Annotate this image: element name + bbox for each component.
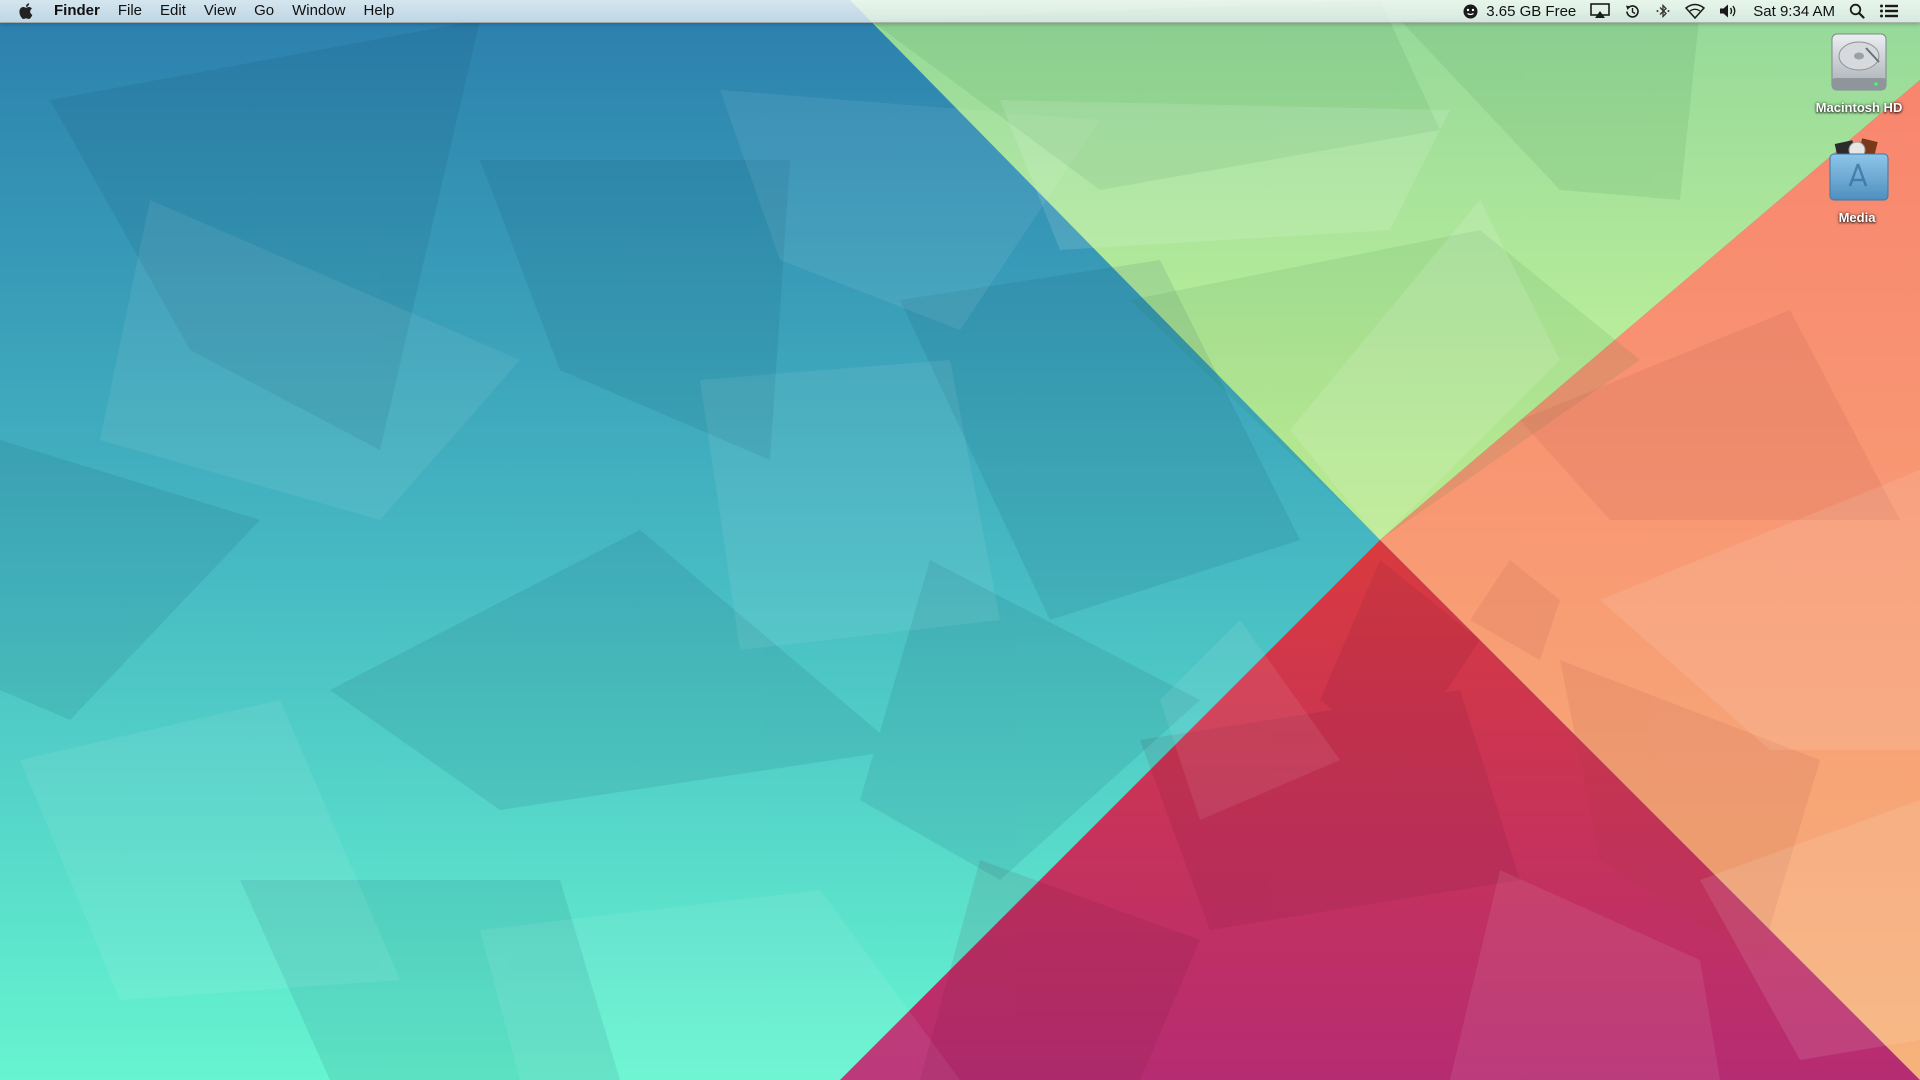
desktop-icon-media[interactable]: Media <box>1802 138 1912 225</box>
menu-edit[interactable]: Edit <box>151 0 195 22</box>
face-icon <box>1463 4 1478 19</box>
app-folder-icon <box>1822 138 1892 208</box>
apple-logo-icon[interactable] <box>18 1 36 21</box>
airplay-icon[interactable] <box>1590 0 1611 22</box>
menu-bar-left: Finder File Edit View Go Window Help <box>0 0 403 22</box>
disk-space-status[interactable]: 3.65 GB Free <box>1463 0 1576 22</box>
hard-drive-icon <box>1824 28 1894 98</box>
list-icon[interactable] <box>1879 0 1899 22</box>
menu-go[interactable]: Go <box>245 0 283 22</box>
wifi-icon[interactable] <box>1685 0 1706 22</box>
desktop-icon-macintosh-hd[interactable]: Macintosh HD <box>1804 28 1914 115</box>
search-icon[interactable] <box>1849 0 1865 22</box>
menu-window[interactable]: Window <box>283 0 354 22</box>
status-area: 3.65 GB Free Sat 9:34 AM <box>1456 0 1920 22</box>
menu-help[interactable]: Help <box>355 0 404 22</box>
menu-file[interactable]: File <box>109 0 151 22</box>
desktop-icon-label: Media <box>1838 210 1876 225</box>
bluetooth-icon[interactable] <box>1655 0 1671 22</box>
menu-app-name[interactable]: Finder <box>54 0 109 22</box>
wallpaper <box>0 0 1920 1080</box>
disk-free-label: 3.65 GB Free <box>1486 2 1577 20</box>
menu-bar: Finder File Edit View Go Window Help 3.6… <box>0 0 1920 23</box>
desktop-icon-label: Macintosh HD <box>1815 100 1903 115</box>
speaker-volume-icon[interactable] <box>1719 0 1739 22</box>
desktop[interactable]: Finder File Edit View Go Window Help 3.6… <box>0 0 1920 1080</box>
time-machine-icon[interactable] <box>1624 0 1641 22</box>
menu-view[interactable]: View <box>195 0 245 22</box>
clock[interactable]: Sat 9:34 AM <box>1753 0 1835 22</box>
